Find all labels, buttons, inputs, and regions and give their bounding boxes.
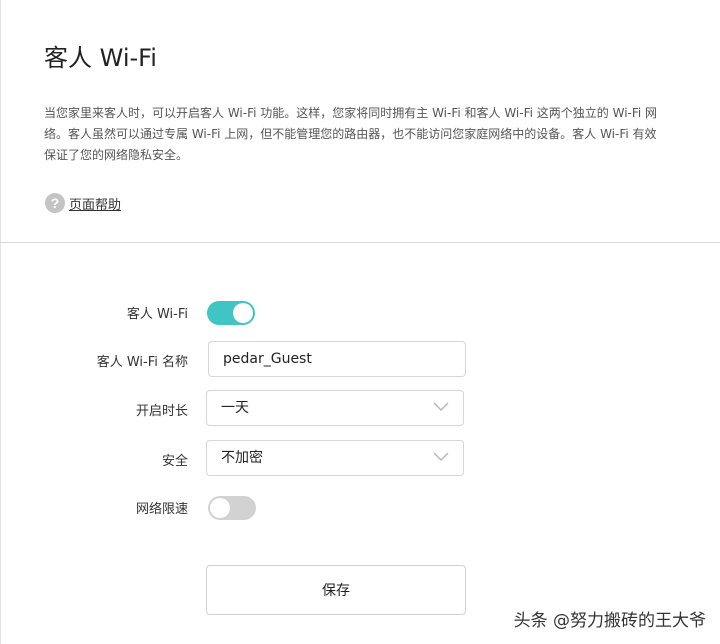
left-border (0, 0, 1, 644)
page-title: 客人 Wi-Fi (44, 44, 157, 72)
question-circle-icon: ? (45, 193, 65, 213)
section-divider (0, 242, 720, 243)
save-button[interactable]: 保存 (206, 565, 466, 615)
rate-limit-label: 网络限速 (135, 502, 188, 517)
security-select[interactable]: 不加密 (206, 440, 464, 476)
toggle-knob (233, 303, 253, 323)
security-value: 不加密 (221, 450, 263, 466)
wifi-name-label: 客人 Wi-Fi 名称 (96, 355, 188, 370)
page-help-link[interactable]: ? 页面帮助 (45, 193, 121, 213)
page-description: 当您家里来客人时，可以开启客人 Wi-Fi 功能。这样，您家将同时拥有主 Wi-… (44, 106, 658, 162)
guest-wifi-label: 客人 Wi-Fi (126, 307, 188, 322)
duration-value: 一天 (221, 400, 249, 416)
page-help-label[interactable]: 页面帮助 (69, 194, 121, 213)
toggle-knob (210, 498, 230, 518)
guest-wifi-toggle[interactable] (207, 301, 255, 325)
duration-select[interactable]: 一天 (206, 390, 464, 426)
chevron-down-icon (433, 402, 449, 411)
security-label: 安全 (161, 454, 188, 469)
chevron-down-icon (433, 452, 449, 461)
duration-label: 开启时长 (135, 404, 188, 419)
watermark-text: 头条 @努力搬砖的王大爷 (513, 611, 706, 631)
guest-wifi-page: 客人 Wi-Fi 当您家里来客人时，可以开启客人 Wi-Fi 功能。这样，您家将… (0, 0, 720, 644)
wifi-name-input[interactable] (208, 341, 466, 377)
rate-limit-toggle[interactable] (208, 496, 256, 520)
